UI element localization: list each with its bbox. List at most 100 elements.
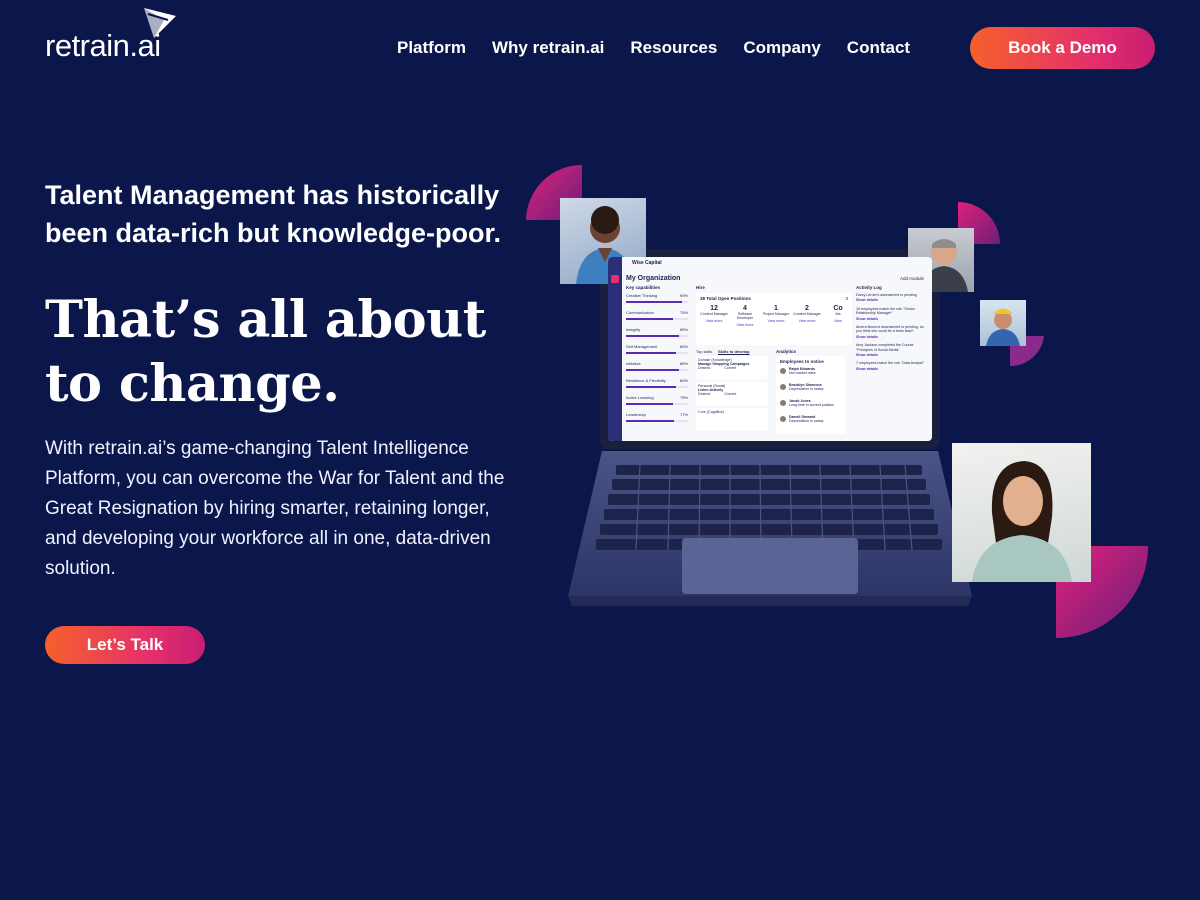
nav-contact[interactable]: Contact: [847, 38, 910, 58]
show-details-link[interactable]: Show details: [856, 353, 926, 357]
capability-name: Creative Thinking: [626, 293, 658, 298]
employee-row[interactable]: Jacob Jones Long time in current position: [780, 399, 844, 415]
capability-bar-fill: [626, 335, 679, 337]
capability-percent: 85%: [679, 327, 688, 332]
photo-smiling-woman: [952, 443, 1091, 582]
skill-current-label: Current: [724, 392, 737, 396]
activity-text: Amera Brown's assessment is pending, do …: [856, 325, 924, 334]
employees-card: Employees to notice Ralph Edwards Not mar…: [776, 356, 846, 434]
capability-bar: [626, 301, 688, 303]
capability-bar: [626, 369, 688, 371]
view-more-link[interactable]: View more: [762, 319, 790, 323]
dashboard-sidebar: [608, 257, 622, 441]
view-more-link[interactable]: View more: [731, 323, 759, 327]
skill-card: Core (Cognitive): [696, 408, 768, 431]
employees-list: Ralph Edwards Not market rates Brooklyn Si…: [780, 367, 844, 431]
capability-row: Leadership 77%: [626, 412, 688, 429]
capability-bar-fill: [626, 420, 674, 422]
position-role: Content Manager: [700, 312, 728, 316]
capability-name: Active Learning: [626, 395, 654, 400]
avatar: [780, 384, 786, 390]
hero-illustration: Wise Capital My Organization Add module …: [520, 160, 1160, 650]
activity-item: 16 employees match the role "Senior Rela…: [856, 307, 926, 321]
main-menu: Platform Why retrain.ai Resources Compan…: [397, 38, 910, 58]
avatar: [780, 416, 786, 422]
show-details-link[interactable]: Show details: [856, 317, 926, 321]
capability-name: Leadership: [626, 412, 646, 417]
activity-item: Amy Jackson completed the Course "Princi…: [856, 343, 926, 357]
show-details-link[interactable]: Show details: [856, 335, 926, 339]
book-demo-button[interactable]: Book a Demo: [970, 27, 1155, 69]
capability-row: Initiative 85%: [626, 361, 688, 378]
position-count: 4: [743, 305, 747, 312]
capability-bar-fill: [626, 301, 682, 303]
home-icon[interactable]: [611, 275, 619, 283]
position-role: Software Developer: [736, 312, 754, 320]
key-capabilities-label: Key capabilities: [626, 285, 661, 290]
position-count: 12: [710, 305, 718, 312]
capability-percent: 75%: [679, 395, 688, 400]
nav-why-retrain[interactable]: Why retrain.ai: [492, 38, 604, 58]
capability-bar: [626, 318, 688, 320]
position-count: 1: [774, 305, 778, 312]
skills-list: Domain (Knowledge) Manage Shopping Campai…: [696, 356, 768, 434]
employee-row[interactable]: Brooklyn Simmons Depreciation in salary: [780, 383, 844, 399]
paper-plane-logo-icon: [144, 8, 176, 38]
nav-company[interactable]: Company: [743, 38, 820, 58]
activity-log-list: Darcy Lerner's assessment is pending Show…: [856, 293, 926, 375]
capability-name: Initiative: [626, 361, 641, 366]
capability-name: Integrity: [626, 327, 641, 332]
nav-resources[interactable]: Resources: [630, 38, 717, 58]
show-details-link[interactable]: Show details: [856, 367, 926, 371]
hero-description: With retrain.ai’s game-changing Talent I…: [45, 438, 505, 579]
activity-text: Amy Jackson completed the Course "Princi…: [856, 343, 914, 352]
position-role: Ma: [835, 312, 841, 316]
activity-text: 16 employees match the role "Senior Rela…: [856, 306, 915, 316]
view-more-link[interactable]: View more: [700, 319, 728, 323]
activity-item: 7 employees match the role "Data Analyst…: [856, 361, 926, 371]
laptop-trackpad: [682, 538, 858, 594]
open-positions-title: 38 Total Open Positions: [700, 296, 751, 301]
employee-note: Depreciation in salary: [789, 387, 824, 391]
capability-row: Self Management 80%: [626, 344, 688, 361]
lets-talk-button[interactable]: Let’s Talk: [45, 626, 205, 664]
activity-log-label: Activity Log: [856, 285, 882, 290]
view-more-link[interactable]: View more: [793, 319, 821, 323]
capability-bar-fill: [626, 369, 679, 371]
add-module-button[interactable]: Add module: [900, 276, 924, 281]
capability-row: Creative Thinking 90%: [626, 293, 688, 310]
employee-row[interactable]: Darrell Steward Depreciation in salary: [780, 415, 844, 431]
position-role: Project Manager: [762, 312, 790, 316]
position-item[interactable]: 2 Content Manager View more: [793, 305, 821, 327]
capability-bar-fill: [626, 403, 673, 405]
activity-text: Darcy Lerner's assessment is pending: [856, 293, 917, 297]
tab-skills-to-develop[interactable]: Skills to develop: [718, 349, 750, 354]
photo-worker-helmet: [980, 300, 1026, 346]
nav-platform[interactable]: Platform: [397, 38, 466, 58]
skill-card: Domain (Knowledge) Manage Shopping Campai…: [696, 356, 768, 379]
open-positions-card: 38 Total Open Positions 3 12 Content Mana…: [696, 293, 852, 345]
position-role: Content Manager: [793, 312, 821, 316]
analytics-label: Analytics: [776, 349, 797, 354]
avatar: [780, 400, 786, 406]
show-details-link[interactable]: Show details: [856, 298, 926, 302]
position-item[interactable]: 12 Content Manager View more: [700, 305, 728, 327]
employee-note: Not market rates: [789, 371, 816, 375]
capability-name: Resilience & Flexibility: [626, 378, 666, 383]
capability-bar: [626, 335, 688, 337]
skill-current-label: Current: [724, 366, 737, 370]
position-count: Co: [833, 305, 843, 312]
open-positions-count: 3: [845, 296, 848, 301]
employee-row[interactable]: Ralph Edwards Not market rates: [780, 367, 844, 383]
position-item[interactable]: 4 Software Developer View more: [731, 305, 759, 327]
skill-desired-label: Desired: [698, 366, 711, 370]
view-more-link[interactable]: View: [824, 319, 852, 323]
capability-bar-fill: [626, 318, 673, 320]
position-item[interactable]: Co Ma View: [824, 305, 852, 327]
position-item[interactable]: 1 Project Manager View more: [762, 305, 790, 327]
capability-bar: [626, 420, 688, 422]
capability-name: Self Management: [626, 344, 658, 349]
skill-domain: Core (Cognitive): [698, 410, 725, 414]
employee-note: Depreciation in salary: [789, 419, 824, 423]
tab-top-skills[interactable]: Top skills: [696, 349, 712, 354]
